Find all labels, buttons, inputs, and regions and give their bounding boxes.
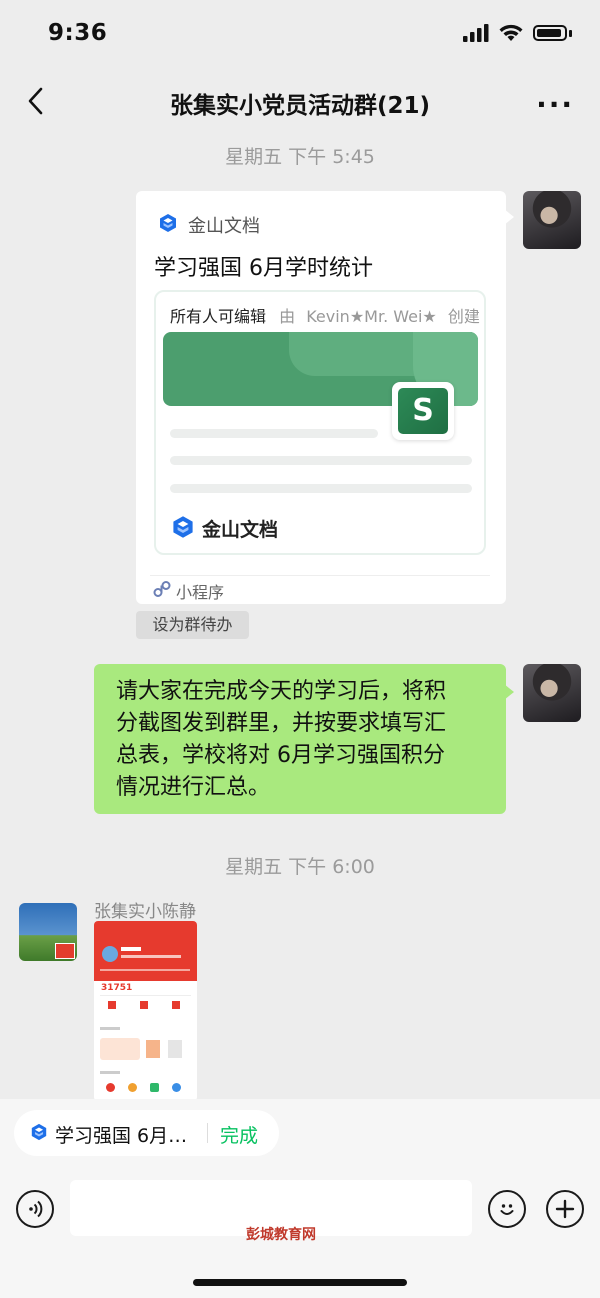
home-indicator <box>193 1279 407 1286</box>
my-avatar[interactable] <box>523 664 581 722</box>
placeholder-line <box>170 484 472 493</box>
message-line: 总表，学校将对 6月学习强国积分 <box>116 743 445 768</box>
timestamp: 星期五 下午 6:00 <box>225 856 375 878</box>
thumb-banner <box>146 1040 160 1058</box>
thumb-icon <box>128 1083 137 1092</box>
thumb-banner <box>168 1040 182 1058</box>
message-text: 请大家在完成今天的学习后，将积 分截图发到群里，并按要求填写汇 总表，学校将对 … <box>116 676 496 804</box>
quote-divider <box>207 1123 208 1143</box>
thumb-icon <box>140 1001 148 1009</box>
more-options-icon[interactable]: ··· <box>536 88 574 121</box>
editable-label: 所有人可编辑 <box>170 307 267 326</box>
card-doc-title: 学习强国 6月学时统计 <box>154 256 373 281</box>
message-line: 分截图发到群里，并按要求填写汇 <box>116 711 447 736</box>
spreadsheet-icon: S <box>392 382 454 440</box>
add-more-icon[interactable] <box>546 1190 584 1228</box>
creator-name: Kevin★Mr. Wei★ <box>306 307 437 326</box>
wifi-icon <box>499 24 523 41</box>
screenshot-image[interactable]: 31751 <box>94 921 197 1101</box>
sender-avatar[interactable] <box>19 903 77 961</box>
thumb-icon <box>172 1083 181 1092</box>
mini-program-icon <box>153 581 171 597</box>
smiley-face-icon <box>500 1204 514 1215</box>
thumb-text <box>121 955 181 958</box>
set-group-todo-button[interactable]: 设为群待办 <box>136 611 249 639</box>
thumb-text <box>121 947 141 951</box>
chat-title: 张集实小党员活动群(21) <box>169 93 431 119</box>
plus-icon <box>555 1199 575 1219</box>
battery-icon <box>533 25 567 41</box>
kdocs-logo-icon <box>160 214 176 232</box>
by-label: 由 <box>279 307 296 326</box>
thumb-text <box>100 1071 120 1074</box>
emoji-icon[interactable] <box>488 1190 526 1228</box>
kdocs-brand-name: 金山文档 <box>202 519 279 541</box>
thumb-score: 31751 <box>101 983 133 993</box>
message-line: 情况进行汇总。 <box>116 775 271 800</box>
card-divider <box>150 575 490 576</box>
voice-input-icon[interactable] <box>16 1190 54 1228</box>
spreadsheet-letter: S <box>398 388 448 434</box>
placeholder-line <box>170 456 472 465</box>
kdocs-brand-icon <box>173 516 193 538</box>
thumb-icon <box>106 1083 115 1092</box>
doc-meta: 所有人可编辑 由 Kevin★Mr. Wei★ 创建 <box>170 303 480 327</box>
cellular-signal-icon <box>463 24 489 42</box>
card-app-name: 金山文档 <box>188 216 260 237</box>
thumb-tabs <box>100 969 190 971</box>
quote-doc-title: 学习强国 6月… <box>55 1125 188 1147</box>
battery-cap <box>569 29 572 37</box>
status-icons <box>463 24 572 42</box>
thumb-icon <box>150 1083 159 1092</box>
thumb-icon <box>172 1001 180 1009</box>
chat-header: 张集实小党员活动群(21) ··· <box>0 70 600 132</box>
placeholder-line <box>170 429 378 438</box>
thumb-divider <box>100 995 191 996</box>
flag-icon <box>55 943 75 959</box>
watermark-text: 彭城教育网 <box>246 1227 316 1243</box>
status-time: 9:36 <box>48 20 108 46</box>
message-line: 请大家在完成今天的学习后，将积 <box>116 679 447 704</box>
created-label: 创建 <box>447 307 480 326</box>
thumb-text <box>100 1027 120 1030</box>
timestamp: 星期五 下午 5:45 <box>225 146 375 168</box>
done-button[interactable]: 完成 <box>220 1121 258 1148</box>
kdocs-small-icon <box>31 1123 47 1141</box>
thumb-icon <box>108 1001 116 1009</box>
my-avatar[interactable] <box>523 191 581 249</box>
thumb-avatar <box>102 946 118 962</box>
sender-name: 张集实小陈静 <box>94 902 196 922</box>
voice-waves-icon <box>29 1200 43 1218</box>
mini-program-label: 小程序 <box>176 583 225 602</box>
thumb-banner <box>100 1038 140 1060</box>
